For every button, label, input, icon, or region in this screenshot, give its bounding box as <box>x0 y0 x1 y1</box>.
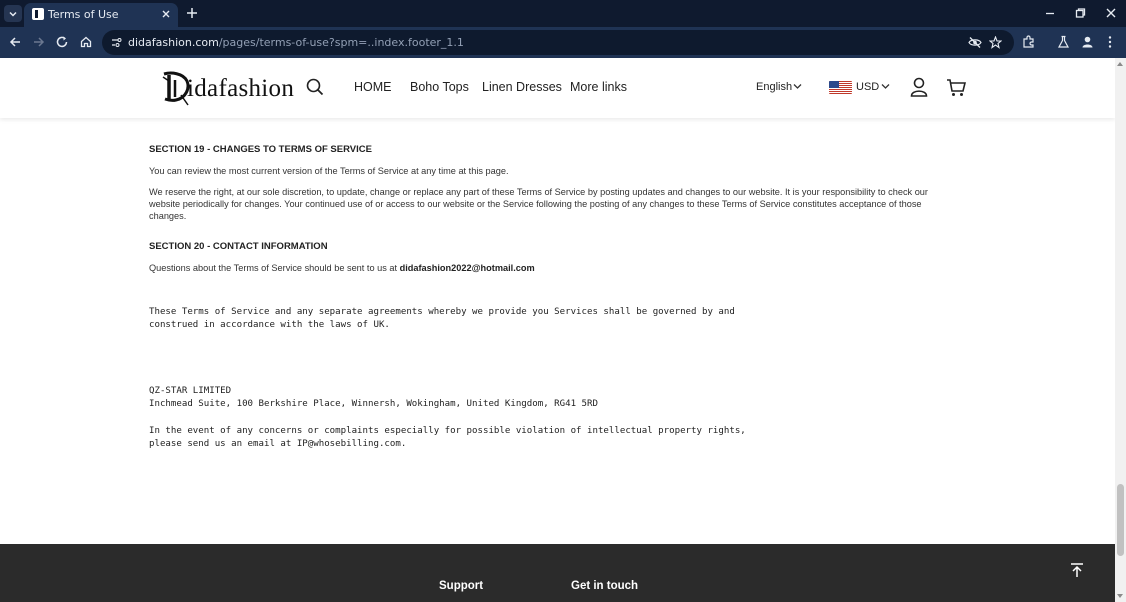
logo-text: idafashion <box>187 75 295 102</box>
reload-icon[interactable] <box>55 35 69 49</box>
nav-linen-dresses[interactable]: Linen Dresses <box>482 80 562 94</box>
section-19-paragraph-2: We reserve the right, at our sole discre… <box>149 187 928 221</box>
footer-contact-title: Get in touch <box>571 580 639 592</box>
nav-more-links[interactable]: More links <box>570 80 627 94</box>
section-19-title: SECTION 19 - CHANGES TO TERMS OF SERVICE <box>149 144 372 155</box>
browser-tab-bar: Terms of Use <box>0 0 1126 27</box>
arrow-up-icon[interactable] <box>1069 562 1085 578</box>
eye-off-icon[interactable] <box>968 36 982 49</box>
home-icon[interactable] <box>79 35 93 49</box>
labs-icon[interactable] <box>1057 35 1070 49</box>
dropdown-icon <box>9 11 17 17</box>
minimize-icon[interactable] <box>1043 6 1057 20</box>
browser-toolbar: didafashion.com/pages/terms-of-use?spm=.… <box>0 27 1126 58</box>
user-icon[interactable] <box>910 77 928 97</box>
company-name: QZ-STAR LIMITED <box>149 386 232 396</box>
ip-notice-text: In the event of any concerns or complain… <box>149 426 746 449</box>
close-icon[interactable] <box>160 8 172 20</box>
scroll-up-arrow[interactable] <box>1117 62 1123 66</box>
chevron-down-icon[interactable] <box>793 83 802 90</box>
company-address: Inchmead Suite, 100 Berkshire Place, Win… <box>149 399 598 409</box>
back-icon[interactable] <box>8 35 22 49</box>
footer-support-title: Support <box>439 580 484 592</box>
profile-icon[interactable] <box>1081 35 1094 49</box>
tab-search-button[interactable] <box>4 5 22 22</box>
plus-icon[interactable] <box>185 6 199 20</box>
cart-icon[interactable] <box>946 78 966 97</box>
scrollbar-thumb[interactable] <box>1117 484 1124 556</box>
kebab-icon[interactable] <box>1106 35 1114 49</box>
browser-tab-active[interactable]: Terms of Use <box>24 3 178 27</box>
close-window-icon[interactable] <box>1104 6 1118 20</box>
site-header: idafashion HOME Boho Tops Linen Dresses … <box>0 58 1115 118</box>
section-20-title: SECTION 20 - CONTACT INFORMATION <box>149 241 328 252</box>
governing-law-text: These Terms of Service and any separate … <box>149 307 735 330</box>
restore-icon[interactable] <box>1073 6 1087 20</box>
section-20-paragraph: Questions about the Terms of Service sho… <box>149 263 535 273</box>
nav-home[interactable]: HOME <box>354 80 392 94</box>
section-19-paragraph-1: You can review the most current version … <box>149 166 509 176</box>
site-info-icon[interactable] <box>110 36 123 49</box>
tab-title: Terms of Use <box>48 8 119 21</box>
us-flag-icon <box>829 81 852 94</box>
extensions-icon[interactable] <box>1022 35 1036 49</box>
nav-boho-tops[interactable]: Boho Tops <box>410 80 469 94</box>
address-bar[interactable]: didafashion.com/pages/terms-of-use?spm=.… <box>102 30 1014 55</box>
page-scrollbar[interactable] <box>1115 58 1126 602</box>
scroll-down-arrow[interactable] <box>1117 594 1123 598</box>
chevron-down-icon[interactable] <box>881 83 890 90</box>
forward-icon[interactable] <box>32 35 46 49</box>
search-icon[interactable] <box>306 78 324 96</box>
site-footer: Support Get in touch <box>0 544 1115 602</box>
url-text: didafashion.com/pages/terms-of-use?spm=.… <box>128 36 464 49</box>
language-selector[interactable]: English <box>756 81 792 93</box>
contact-email[interactable]: didafashion2022@hotmail.com <box>400 263 535 273</box>
star-icon[interactable] <box>989 36 1002 49</box>
currency-selector[interactable]: USD <box>856 81 879 93</box>
favicon-icon <box>32 8 44 20</box>
